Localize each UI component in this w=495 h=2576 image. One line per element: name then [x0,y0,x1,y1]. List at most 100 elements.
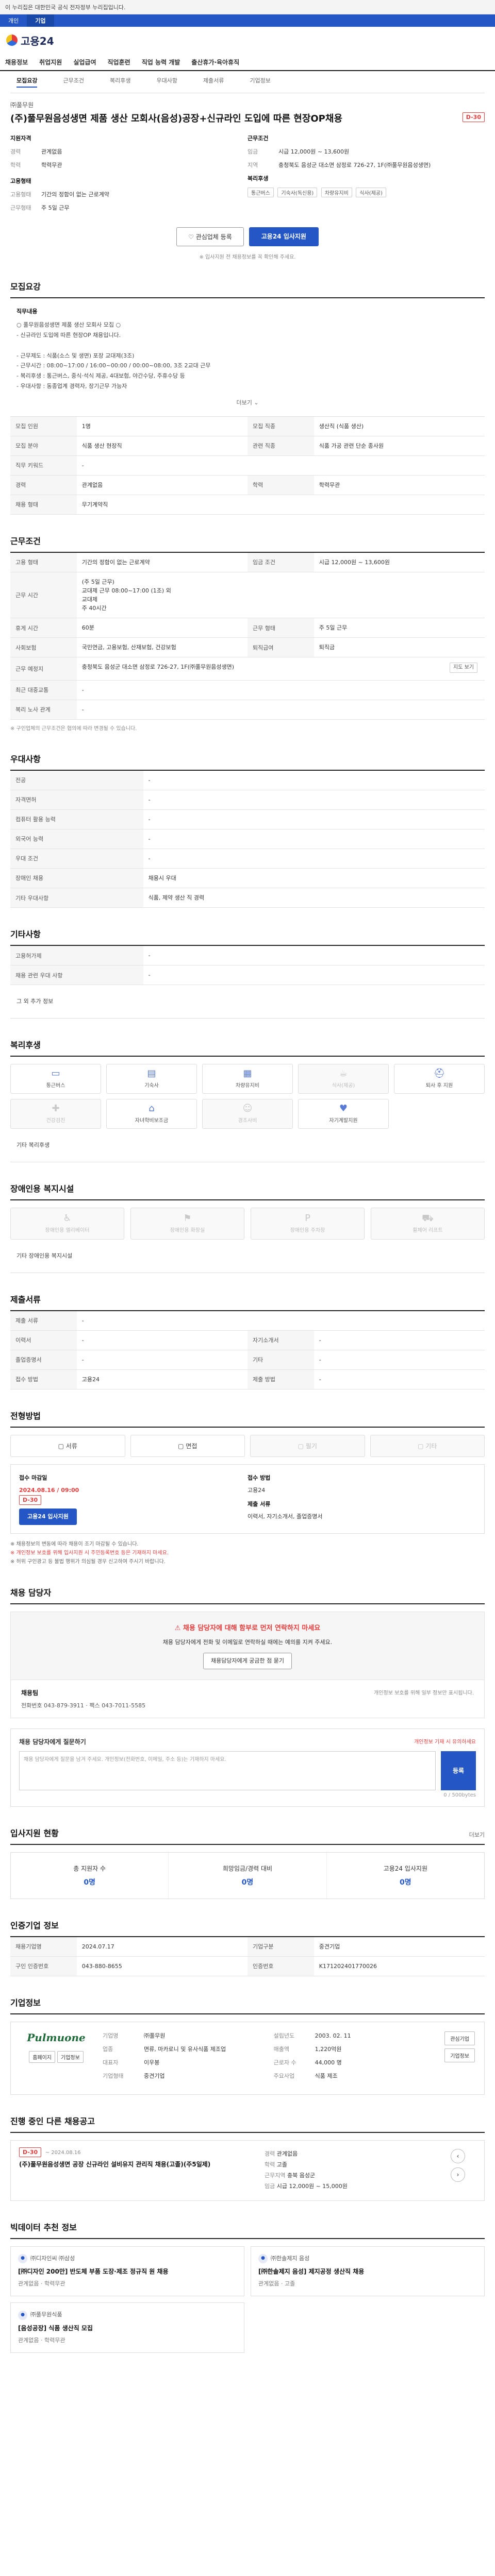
table-row: 우대 조건 - [10,849,485,869]
table-row: 채용 관련 우대 사항 - [10,965,485,986]
status-more-link[interactable]: 더보기 [469,1831,485,1839]
company-info-button[interactable]: 기업정보 [57,2050,84,2063]
site-logo[interactable]: 고용24 [6,33,54,48]
welfare-label: 자녀학비보조금 [135,1117,169,1124]
apply-button[interactable]: 고용24 입사지원 [249,227,319,247]
ask-contact-button[interactable]: 채용담당자에게 궁금한 점 묻기 [203,1653,292,1669]
map-button[interactable]: 지도 보기 [450,663,477,673]
nav-item[interactable]: 직업훈련 [108,58,130,66]
access-item: ♿ 장애인용 엘리베이터 [10,1207,124,1240]
summary-heading: 고용형태 [10,178,31,185]
company-name: ㈜풀무원 [10,101,34,109]
tab-company[interactable]: 기업정보 [250,76,270,88]
deadline-label: 접수 마감일 [19,1474,47,1481]
nav-item[interactable]: 실업급여 [73,58,96,66]
table-value: 주 5일 근무 [314,618,485,638]
welfare-chip: 통근버스 [248,188,274,198]
table-row: 외국어 능력 - [10,829,485,849]
company-value: 식품 제조 [315,2073,338,2080]
parking-icon: P [305,1212,310,1224]
favorite-button[interactable]: ♡ 관심업체 등록 [176,227,244,247]
table-row: 채용 형태 무기계약직 [10,495,485,515]
table-key: 자격면허 [10,790,143,810]
job-title: (주)풀무원음성생면 제품 생산 모회사(음성)공장+신규라인 도입에 따른 현… [10,113,342,124]
nav-item[interactable]: 출산휴가·육아휴직 [191,58,239,66]
table-key: 구인 인증번호 [10,1956,77,1976]
table-value: 043-880-8655 [76,1956,248,1976]
question-submit-button[interactable]: 등록 [441,1751,476,1790]
table-key: 복리 노사 관계 [10,700,77,720]
tab-docs[interactable]: 제출서류 [203,76,224,88]
bus-icon: ▭ [51,1067,60,1079]
table-value: - [143,809,485,829]
welfare-chip: 차량유지비 [321,188,352,198]
table-value: - [314,1369,485,1389]
table-key: 이력서 [10,1330,77,1350]
process-label: 기타 [425,1442,437,1450]
welfare-label: 퇴사 후 지원 [425,1082,453,1089]
process-item: ▢ 면접 [130,1434,245,1457]
table-value: - [143,770,485,790]
recommend-card[interactable]: ● ㈜한솔제지 음성 [㈜한솔제지 음성] 제지공정 생산직 채용 관계없음 · … [251,2246,485,2297]
company-value: ㈜풀무원 [144,2032,166,2039]
table-key: 임금 조건 [247,552,314,572]
section-title-recommend: 빅데이터 추천 정보 [10,2221,485,2239]
tab-pref[interactable]: 우대사항 [156,76,177,88]
table-key: 사회보험 [10,637,77,658]
rec-company: ㈜풀무원식품 [30,2311,62,2318]
homepage-button[interactable]: 홈페이지 [29,2050,55,2063]
form-value: 이력서, 자기소개서, 졸업증명서 [248,1513,323,1520]
tab-company[interactable]: 기업 [27,14,54,27]
favorite-company-button[interactable]: 관심기업 [444,2031,475,2045]
summary-value: 관계없음 [41,148,62,156]
prev-arrow-icon[interactable]: ‹ [451,2149,465,2164]
tab-personal[interactable]: 개인 [0,14,27,27]
favorite-label: 관심업체 등록 [195,233,232,241]
tab-welfare[interactable]: 복리후생 [110,76,130,88]
table-row: 기타 우대사항 식품, 제약 생산 직 경력 [10,888,485,908]
nav-item[interactable]: 직업 능력 개발 [142,58,180,66]
access-item: P 장애인용 주차장 [251,1207,365,1240]
recommend-card[interactable]: ● ㈜풀무원식품 [음성공장] 식품 생산직 모집 관계없음 · 학력무관 [10,2302,244,2353]
similar-value: 충북 음성군 [287,2172,316,2179]
company-value: 이우봉 [144,2059,160,2066]
access-extra-label: 기타 장애인용 복지시설 [16,1252,73,1259]
heart-icon: ♡ [188,233,196,241]
company-key: 대표자 [103,2059,119,2066]
table-row: 직무 키워드 - [10,455,485,476]
table-key: 고용허가제 [10,946,143,966]
nav-item[interactable]: 채용정보 [5,58,28,66]
more-link[interactable]: 더보기 ⌄ [16,398,478,408]
contact-name: 채용팀 [21,1689,39,1697]
section-title: 장애인용 복지시설 [10,1183,74,1194]
company-detail-button[interactable]: 기업정보 [444,2048,475,2062]
main-nav: 채용정보 취업지원 실업급여 직업훈련 직업 능력 개발 출산휴가·육아휴직 [0,54,495,71]
access-label: 장애인용 주차장 [290,1227,325,1233]
job-summary: 지원자격 경력 관계없음 학력 학력무관 고용형태 고용형태 기간의 정함이 없는 근… [10,134,485,217]
next-arrow-icon[interactable]: › [451,2167,465,2182]
table-row: 휴게 시간 60분 근무 형태 주 5일 근무 [10,618,485,638]
table-key: 기타 우대사항 [10,888,143,908]
summary-value: 학력무관 [41,162,62,169]
rec-title: [㈜한솔제지 음성] 제지공정 생산직 채용 [258,2268,365,2276]
support-icon: ⛑ [433,1067,446,1079]
recommend-card[interactable]: ● ㈜디자인씨 ㈜삼성 [㈜디자인 200만] 반도체 부품 도장·제조 정규직 … [10,2246,244,2297]
info-table: 채용기업명 2024.07.17 기업구분 중견기업 구인 인증번호 043-880-8… [10,1937,485,1976]
process-item: ▢ 기타 [370,1434,485,1457]
welfare-label: 건강검진 [46,1117,65,1124]
logo-mark-icon [6,35,18,46]
similar-job-card[interactable]: D-30 ~ 2024.08.16 (주)풀무원음성생면 공장 신규라인 설비유… [10,2140,485,2201]
contact-person: 채용팀 전화번호 043-879-3911 · 팩스 043-7011-5585… [10,1680,485,1718]
phone-label: 전화번호 [21,1702,42,1709]
company-key: 업종 [103,2046,113,2053]
summary-value: 충청북도 음성군 대소면 삼정로 726-27, 1F(㈜풀무원음성생면) [278,162,431,169]
tab-recruit[interactable]: 모집요강 [16,76,38,88]
company-value: 1,220억원 [315,2046,342,2053]
question-input[interactable]: 채용 담당자에게 질문을 남겨 주세요. 개인정보(전화번호, 이메일, 주소 … [19,1751,436,1790]
table-key: 학력 [247,475,314,495]
similar-key: 학력 [265,2161,275,2168]
tab-work[interactable]: 근무조건 [63,76,84,88]
summary-heading: 복리후생 [248,175,269,182]
apply-button-small[interactable]: 고용24 입사지원 [19,1509,77,1525]
nav-item[interactable]: 취업지원 [39,58,62,66]
